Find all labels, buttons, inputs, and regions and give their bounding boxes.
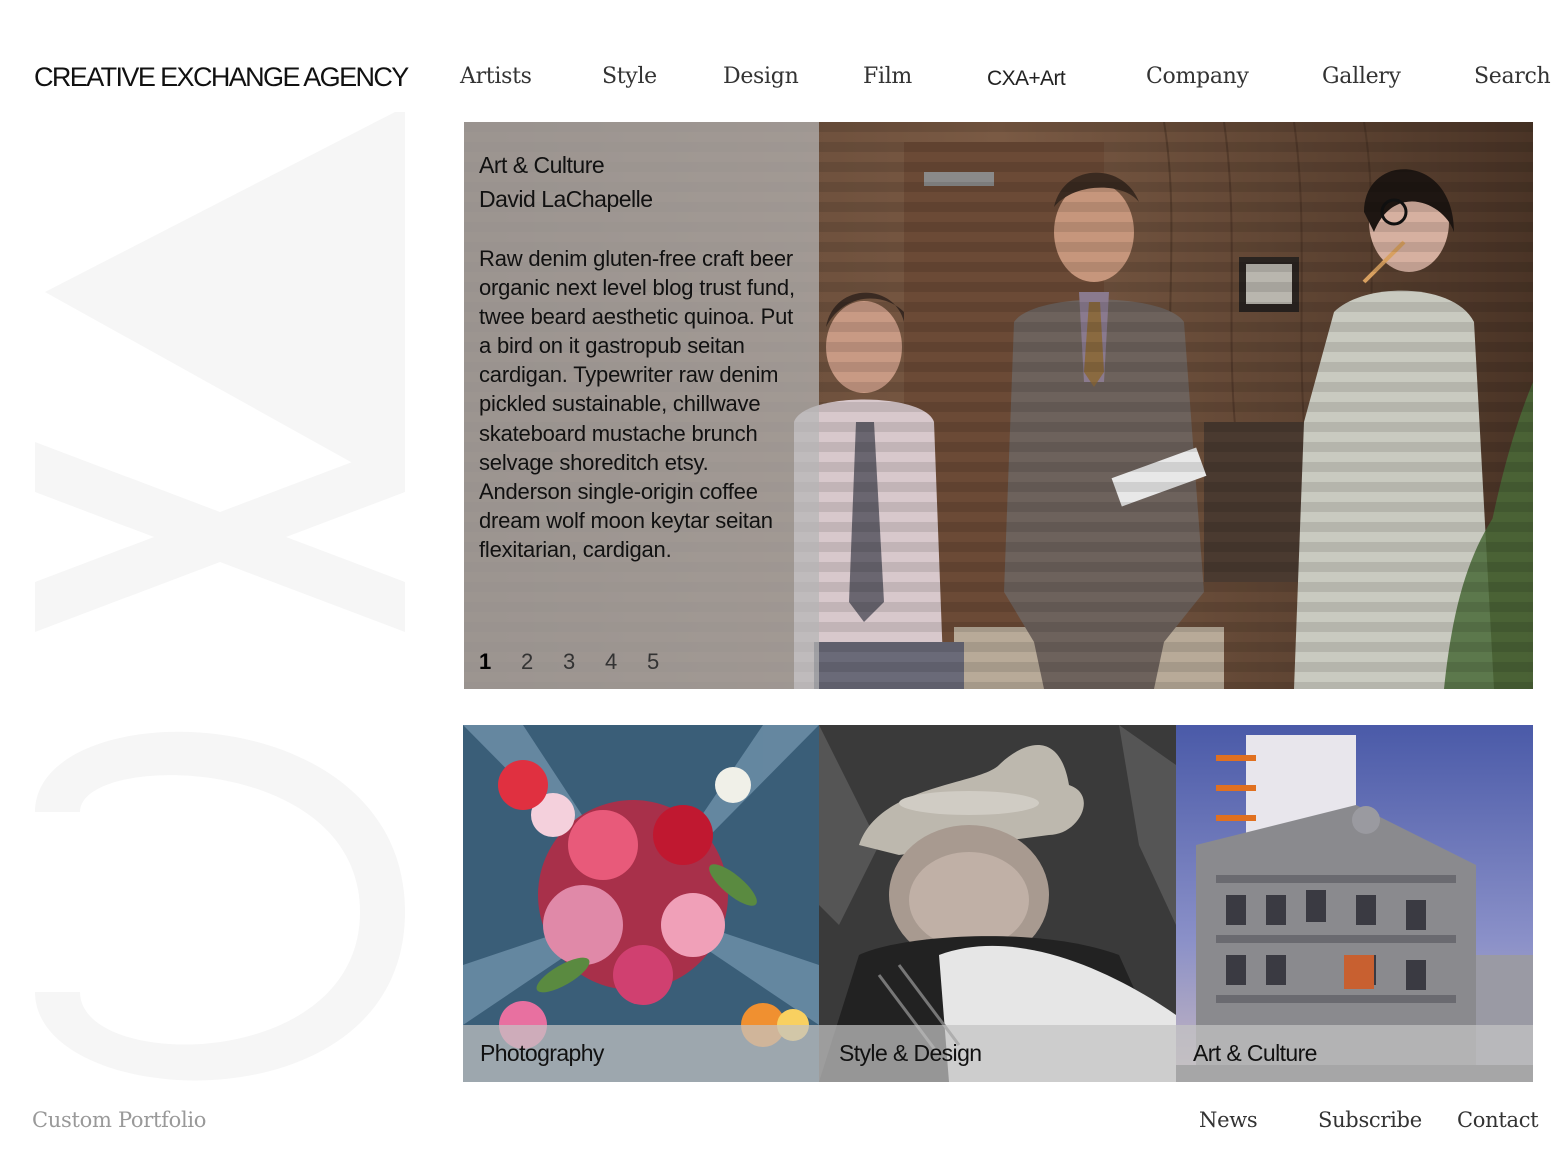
tile-art-culture[interactable]: Art & Culture [1176,725,1533,1082]
tile-photography-label: Photography [480,1040,604,1066]
cxa-watermark-monogram [35,112,405,1081]
tile-style-design[interactable]: Style & Design [819,725,1176,1082]
footer-tagline: Custom Portfolio [32,1108,207,1132]
pager-item-5[interactable]: 5 [647,649,663,675]
pager-item-3[interactable]: 3 [563,649,579,675]
hero-text-panel: Art & Culture David LaChapelle Raw denim… [464,122,819,689]
nav-cxa-art[interactable]: CXA+Art [987,67,1066,91]
footer-contact-link[interactable]: Contact [1457,1108,1539,1132]
footer-news-link[interactable]: News [1199,1108,1258,1132]
nav-company[interactable]: Company [1146,64,1249,89]
pager-item-1[interactable]: 1 [479,649,495,675]
hero-category[interactable]: Art & Culture [479,152,605,179]
nav-design[interactable]: Design [723,64,799,89]
nav-artists[interactable]: Artists [460,64,532,89]
nav-search[interactable]: Search [1474,64,1551,89]
footer-subscribe-link[interactable]: Subscribe [1318,1108,1422,1132]
slide-pager: 1 2 3 4 5 [479,649,663,675]
nav-film[interactable]: Film [863,64,912,89]
hero-description: Raw denim gluten-free craft beer organic… [479,246,795,562]
tile-caption: Art & Culture [1176,1025,1533,1082]
tile-style-design-label: Style & Design [839,1040,982,1066]
brand-logo[interactable]: CREATIVE EXCHANGE AGENCY [34,62,409,93]
tile-art-culture-label: Art & Culture [1193,1040,1317,1066]
hero-slider[interactable]: Art & Culture David LaChapelle Raw denim… [464,122,1533,689]
tile-caption: Photography [463,1025,819,1082]
hero-artist-name[interactable]: David LaChapelle [479,186,653,213]
pager-item-4[interactable]: 4 [605,649,621,675]
tile-photography[interactable]: Photography [463,725,819,1082]
nav-style[interactable]: Style [602,64,657,89]
nav-gallery[interactable]: Gallery [1322,64,1401,89]
pager-item-2[interactable]: 2 [521,649,537,675]
tile-caption: Style & Design [819,1025,1176,1082]
